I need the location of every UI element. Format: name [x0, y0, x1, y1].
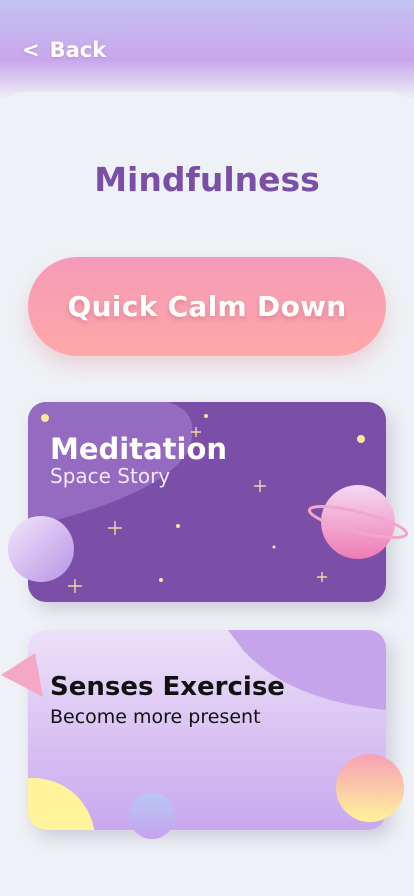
meditation-card[interactable]: Meditation Space Story: [8, 402, 408, 602]
circle-icon: [129, 793, 175, 839]
star-icon: [204, 414, 208, 418]
planet-icon: [308, 485, 408, 559]
senses-card[interactable]: Senses Exercise Become more present: [1, 630, 404, 839]
senses-card-background: Senses Exercise Become more present: [28, 630, 386, 830]
sun-icon: [336, 754, 404, 822]
header: < Back: [0, 0, 414, 100]
meditation-subtitle: Space Story: [50, 464, 171, 488]
back-label: Back: [49, 38, 107, 62]
back-button[interactable]: < Back: [22, 38, 106, 62]
circle-icon: [28, 778, 95, 830]
star-icon: [159, 578, 163, 582]
triangle-icon: [1, 653, 43, 697]
senses-subtitle: Become more present: [50, 706, 261, 728]
meditation-title: Meditation: [50, 432, 228, 466]
star-icon: [357, 435, 365, 443]
senses-title: Senses Exercise: [50, 672, 285, 702]
page-title: Mindfulness: [94, 160, 320, 199]
moon-icon: [8, 516, 74, 582]
senses-illustration: [28, 630, 386, 830]
chevron-left-icon: <: [22, 38, 40, 62]
star-icon: [41, 414, 49, 422]
quick-calm-down-button[interactable]: Quick Calm Down: [28, 257, 386, 356]
star-icon: [272, 545, 276, 549]
quick-calm-down-label: Quick Calm Down: [67, 290, 347, 323]
star-icon: [176, 524, 180, 528]
